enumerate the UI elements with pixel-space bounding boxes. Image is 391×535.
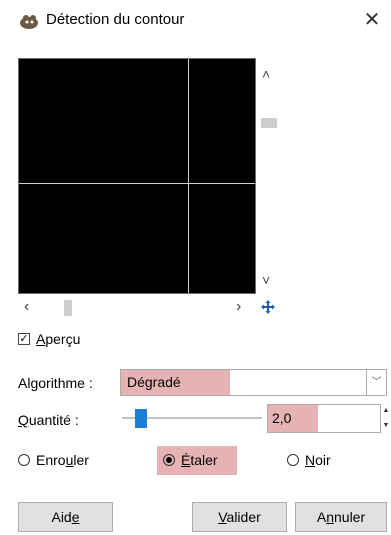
radio-black[interactable]: Noir — [287, 452, 331, 468]
vertical-scrollbar[interactable]: ˄ ˅ — [258, 58, 280, 294]
quantity-spin-buttons[interactable]: ▲ ▼ — [382, 404, 390, 433]
vertical-guide — [188, 59, 189, 293]
algorithm-label: Algorithme : — [18, 375, 93, 391]
preview-checkbox[interactable]: ✓ Aperçu — [18, 331, 80, 347]
radio-smear-label: Étaler — [181, 452, 218, 468]
spin-down-icon[interactable]: ▼ — [382, 419, 390, 433]
radio-wrap[interactable]: Enrouler — [18, 452, 89, 468]
horizontal-scrollbar[interactable]: ‹ › — [18, 297, 258, 319]
checkbox-checked-icon[interactable]: ✓ — [18, 333, 30, 345]
move-icon[interactable] — [261, 300, 275, 314]
radio-wrap-label: Enrouler — [36, 452, 89, 468]
radio-off-icon[interactable] — [18, 454, 30, 466]
quantity-label: Quantité : — [18, 412, 79, 428]
horizontal-guide — [19, 183, 255, 184]
chevron-right-icon[interactable]: › — [236, 298, 241, 316]
algorithm-dropdown[interactable]: Dégradé ﹀ — [120, 369, 387, 396]
quantity-slider-thumb[interactable] — [135, 409, 147, 428]
window-title: Détection du contour — [46, 11, 185, 28]
radio-smear[interactable]: Étaler — [163, 452, 218, 468]
quantity-value: 2,0 — [268, 405, 318, 432]
cancel-button[interactable]: Annuler — [295, 502, 387, 532]
quantity-spin-input[interactable]: 2,0 — [267, 404, 381, 433]
chevron-left-icon[interactable]: ‹ — [24, 298, 29, 316]
gimp-app-icon — [20, 15, 38, 29]
close-icon[interactable]: ✕ — [358, 6, 386, 34]
chevron-up-icon[interactable]: ˄ — [262, 66, 270, 82]
horizontal-scroll-thumb[interactable] — [64, 300, 72, 316]
title-bar: Détection du contour ✕ — [0, 0, 391, 40]
algorithm-selected-value: Dégradé — [121, 370, 230, 395]
help-button[interactable]: Aide — [18, 502, 113, 532]
preview-label: Aperçu — [36, 331, 81, 347]
vertical-scroll-thumb[interactable] — [261, 118, 277, 128]
preview-canvas[interactable] — [18, 58, 256, 294]
ok-button[interactable]: Valider — [192, 502, 287, 532]
radio-black-label: Noir — [305, 452, 331, 468]
radio-off-icon[interactable] — [287, 454, 299, 466]
chevron-down-icon[interactable]: ˅ — [262, 272, 270, 288]
chevron-down-icon[interactable]: ﹀ — [366, 370, 386, 395]
spin-up-icon[interactable]: ▲ — [382, 404, 390, 418]
radio-on-icon[interactable] — [163, 454, 175, 466]
